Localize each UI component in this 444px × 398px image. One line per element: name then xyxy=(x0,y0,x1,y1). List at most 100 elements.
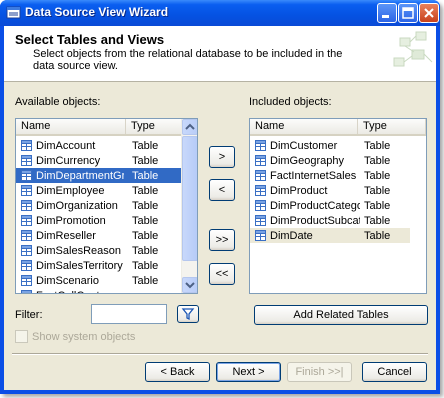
remove-object-button[interactable]: < xyxy=(209,179,235,201)
scroll-down-button[interactable] xyxy=(182,277,197,293)
list-item-type: Table xyxy=(364,229,391,242)
list-item[interactable]: DimPromotion Table xyxy=(16,213,181,228)
maximize-icon xyxy=(402,7,414,19)
table-icon xyxy=(255,215,266,226)
show-system-objects-label: Show system objects xyxy=(32,331,136,343)
available-list-scrollbar[interactable] xyxy=(181,119,197,293)
remove-all-objects-button[interactable]: << xyxy=(209,263,235,285)
list-item-type: Table xyxy=(364,184,391,197)
apply-filter-button[interactable] xyxy=(177,305,199,323)
scroll-up-button[interactable] xyxy=(182,119,197,135)
list-item-type: Table xyxy=(364,214,391,227)
list-item[interactable]: FactCallCenter xyxy=(16,288,181,293)
minimize-icon xyxy=(382,15,389,18)
minimize-button[interactable] xyxy=(377,3,397,23)
funnel-icon xyxy=(181,308,195,321)
list-item-name: FactInternetSales xyxy=(270,169,357,182)
table-icon xyxy=(21,185,32,196)
table-icon xyxy=(21,260,32,271)
available-list-header: Name Type xyxy=(16,119,182,136)
list-item-name: DimCurrency xyxy=(36,154,101,167)
table-icon xyxy=(21,230,32,241)
page-description: Select objects from the relational datab… xyxy=(33,48,343,72)
list-item-type: Table xyxy=(132,184,159,197)
finish-button[interactable]: Finish >>| xyxy=(287,362,352,382)
list-item-name: DimGeography xyxy=(270,154,344,167)
data-source-view-icon xyxy=(6,6,21,19)
next-button[interactable]: Next > xyxy=(216,362,281,382)
page-title: Select Tables and Views xyxy=(15,32,165,47)
list-item-name: DimProductSubcat... xyxy=(270,214,360,227)
title-bar[interactable]: Data Source View Wizard xyxy=(0,0,440,26)
list-item[interactable]: DimProduct Table xyxy=(250,183,410,198)
list-item-type: Table xyxy=(132,229,159,242)
table-icon xyxy=(21,275,32,286)
list-item[interactable]: DimEmployee Table xyxy=(16,183,181,198)
table-icon xyxy=(21,170,32,181)
add-related-tables-button[interactable]: Add Related Tables xyxy=(254,305,428,325)
table-icon xyxy=(255,185,266,196)
list-item[interactable]: DimSalesTerritory Table xyxy=(16,258,181,273)
list-item[interactable]: DimDepartmentGr... Table xyxy=(16,168,181,183)
cancel-button[interactable]: Cancel xyxy=(362,362,427,382)
add-object-button[interactable]: > xyxy=(209,146,235,168)
list-item[interactable]: DimSalesReason Table xyxy=(16,243,181,258)
table-icon xyxy=(255,140,266,151)
list-item-name: DimOrganization xyxy=(36,199,118,212)
list-item[interactable]: DimCurrency Table xyxy=(16,153,181,168)
list-item[interactable]: DimReseller Table xyxy=(16,228,181,243)
maximize-button[interactable] xyxy=(398,3,418,23)
window-title: Data Source View Wizard xyxy=(25,5,169,19)
column-header-name[interactable]: Name xyxy=(250,119,358,134)
table-icon xyxy=(21,245,32,256)
list-item-type: Table xyxy=(132,169,159,182)
included-objects-list[interactable]: Name Type DimCustomer Table DimGeography Ta… xyxy=(249,118,427,294)
list-item-type: Table xyxy=(132,244,159,257)
list-item-name: DimPromotion xyxy=(36,214,106,227)
list-item[interactable]: DimScenario Table xyxy=(16,273,181,288)
close-button[interactable] xyxy=(419,3,439,23)
back-button[interactable]: < Back xyxy=(145,362,210,382)
wizard-graphic-icon xyxy=(393,31,433,67)
list-item-type: Table xyxy=(364,154,391,167)
wizard-window: Data Source View Wizard Select Tables an… xyxy=(0,0,440,394)
close-icon xyxy=(424,8,434,18)
filter-input[interactable] xyxy=(91,304,167,324)
list-item[interactable]: DimOrganization Table xyxy=(16,198,181,213)
list-item-type: Table xyxy=(364,199,391,212)
column-header-type[interactable]: Type xyxy=(358,119,426,134)
column-header-name[interactable]: Name xyxy=(16,119,126,134)
list-item[interactable]: FactInternetSales Table xyxy=(250,168,410,183)
column-header-type[interactable]: Type xyxy=(126,119,182,134)
add-all-objects-button[interactable]: >> xyxy=(209,229,235,251)
show-system-objects-checkbox[interactable] xyxy=(15,330,28,343)
list-item-name: DimSalesTerritory xyxy=(36,259,123,272)
list-item-name: DimDepartmentGr... xyxy=(36,169,124,182)
scroll-thumb[interactable] xyxy=(182,136,197,261)
list-item-type: Table xyxy=(132,259,159,272)
list-item-type: Table xyxy=(364,139,391,152)
available-objects-list[interactable]: Name Type DimAccount Table DimCurrency Tabl… xyxy=(15,118,198,294)
list-item[interactable]: DimProductCategory Table xyxy=(250,198,410,213)
list-item[interactable]: DimProductSubcat... Table xyxy=(250,213,410,228)
list-item-type: Table xyxy=(132,274,159,287)
list-item-type: Table xyxy=(132,214,159,227)
table-icon xyxy=(21,290,32,293)
list-item[interactable]: DimGeography Table xyxy=(250,153,410,168)
footer-separator xyxy=(12,353,428,355)
list-item-name: DimAccount xyxy=(36,139,96,152)
table-icon xyxy=(21,155,32,166)
list-item[interactable]: DimCustomer Table xyxy=(250,138,410,153)
included-list-header: Name Type xyxy=(250,119,426,136)
list-item-name: DimEmployee xyxy=(36,184,105,197)
table-icon xyxy=(21,140,32,151)
list-item-name: DimCustomer xyxy=(270,139,338,152)
list-item[interactable]: DimDate Table xyxy=(250,228,410,243)
table-icon xyxy=(255,170,266,181)
chevron-up-icon xyxy=(185,123,195,130)
list-item-name: DimProductCategory xyxy=(270,199,360,212)
table-icon xyxy=(255,200,266,211)
filter-label: Filter: xyxy=(15,309,43,321)
list-item-name: DimScenario xyxy=(36,274,99,287)
list-item[interactable]: DimAccount Table xyxy=(16,138,181,153)
